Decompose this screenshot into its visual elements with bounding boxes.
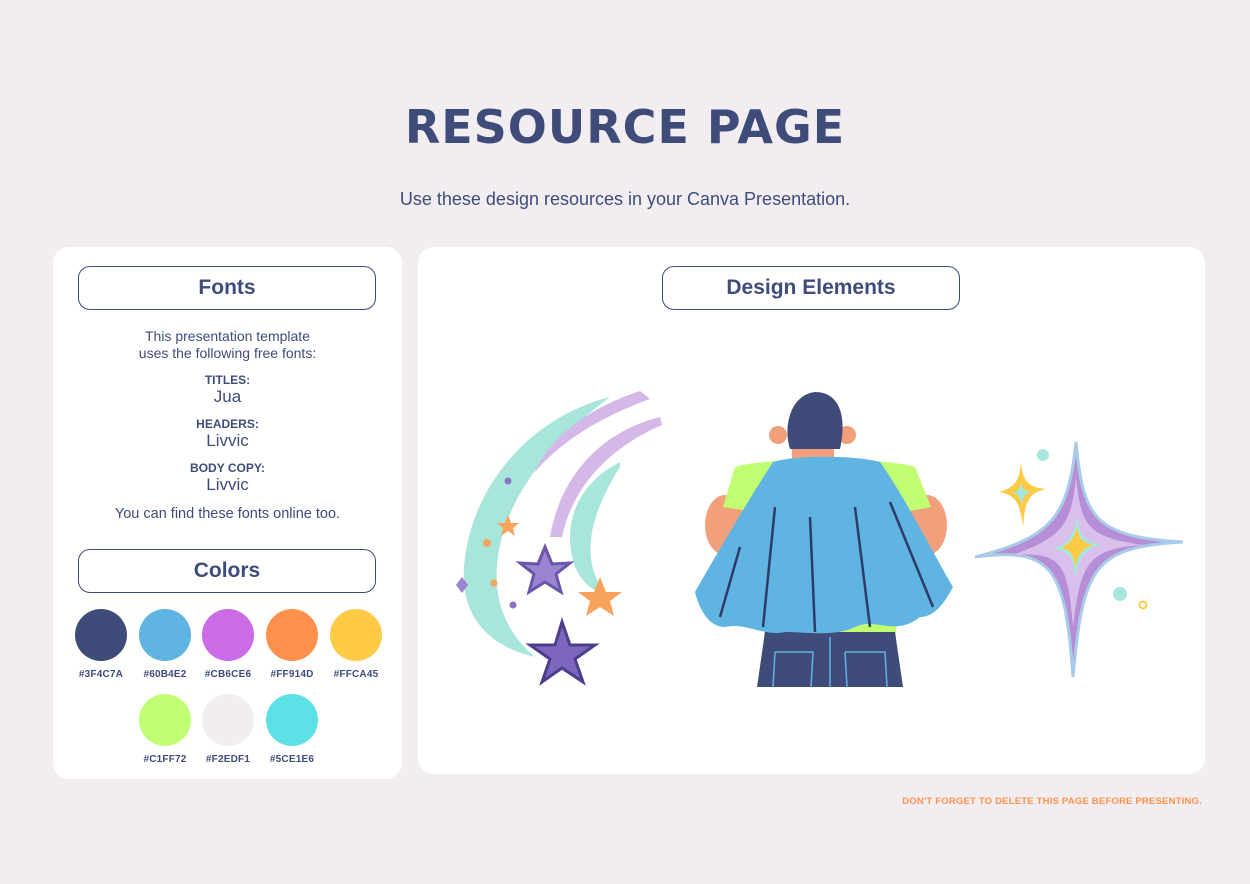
design-elements-card: Design Elements bbox=[418, 247, 1205, 774]
font-entry-label: HEADERS: bbox=[196, 417, 259, 431]
swatch-hex: #C1FF72 bbox=[143, 754, 187, 765]
swatch-hex: #5CE1E6 bbox=[269, 754, 315, 765]
font-entry-name: Livvic bbox=[206, 431, 249, 450]
font-entry-label: TITLES: bbox=[204, 373, 251, 387]
swatch-dot bbox=[330, 609, 382, 661]
fonts-info: This presentation template uses the foll… bbox=[53, 328, 402, 522]
color-swatch: #3F4C7A bbox=[66, 609, 136, 680]
dot bbox=[483, 539, 491, 547]
swatch-dot bbox=[75, 609, 127, 661]
color-swatch: #5CE1E6 bbox=[257, 694, 327, 765]
fonts-intro-line1: This presentation template bbox=[145, 328, 310, 344]
ring bbox=[1138, 600, 1148, 610]
swatch-dot bbox=[139, 694, 191, 746]
color-swatch: #FFCA45 bbox=[321, 609, 391, 680]
fonts-intro-line2: uses the following free fonts: bbox=[138, 345, 317, 361]
sparkle-stars-illustration bbox=[974, 441, 1184, 678]
design-elements-header: Design Elements bbox=[662, 266, 960, 310]
swatch-hex: #3F4C7A bbox=[78, 669, 124, 680]
star-icon bbox=[515, 543, 575, 596]
fonts-header-label: Fonts bbox=[198, 276, 256, 299]
color-swatch: #C1FF72 bbox=[130, 694, 200, 765]
swatch-dot bbox=[139, 609, 191, 661]
swatch-hex: #F2EDF1 bbox=[205, 754, 251, 765]
font-entry-name: Livvic bbox=[206, 475, 249, 494]
fonts-colors-card: Fonts This presentation template uses th… bbox=[53, 247, 402, 779]
swatch-hex: #FF914D bbox=[270, 669, 314, 680]
swatch-dot bbox=[266, 694, 318, 746]
swatch-dot bbox=[202, 609, 254, 661]
font-entry-name: Jua bbox=[213, 387, 242, 406]
caped-hero-illustration bbox=[695, 392, 953, 687]
color-swatch: #F2EDF1 bbox=[193, 694, 263, 765]
color-swatch: #CB6CE6 bbox=[193, 609, 263, 680]
dot bbox=[509, 601, 517, 609]
shooting-stars-illustration bbox=[456, 391, 662, 686]
fonts-header: Fonts bbox=[78, 266, 376, 310]
fonts-intro: This presentation template uses the foll… bbox=[53, 328, 402, 362]
font-entry-headers: HEADERS: Livvic bbox=[53, 417, 402, 450]
star-icon bbox=[578, 577, 622, 616]
page-subtitle: Use these design resources in your Canva… bbox=[399, 189, 851, 209]
dot bbox=[504, 477, 512, 485]
design-elements-header-label: Design Elements bbox=[726, 276, 896, 299]
swatch-dot bbox=[202, 694, 254, 746]
footer-note: DON'T FORGET TO DELETE THIS PAGE BEFORE … bbox=[902, 796, 1202, 807]
colors-header-label: Colors bbox=[193, 559, 261, 582]
fonts-outro: You can find these fonts online too. bbox=[114, 506, 341, 522]
swatch-dot bbox=[266, 609, 318, 661]
star-icon bbox=[525, 617, 600, 686]
dot bbox=[490, 579, 498, 587]
font-entry-label: BODY COPY: bbox=[190, 461, 265, 475]
dot bbox=[1037, 449, 1049, 461]
swatch-hex: #CB6CE6 bbox=[204, 669, 252, 680]
font-entry-body-copy: BODY COPY: Livvic bbox=[53, 461, 402, 494]
swatch-hex: #60B4E2 bbox=[143, 669, 187, 680]
font-entry-titles: TITLES: Jua bbox=[53, 373, 402, 406]
page-title: RESOURCE PAGE bbox=[404, 100, 846, 154]
colors-header: Colors bbox=[78, 549, 376, 593]
swatch-hex: #FFCA45 bbox=[333, 669, 379, 680]
color-swatch: #FF914D bbox=[257, 609, 327, 680]
hair bbox=[787, 392, 843, 449]
color-swatch: #60B4E2 bbox=[130, 609, 200, 680]
dot bbox=[1113, 587, 1127, 601]
ear bbox=[769, 426, 787, 444]
